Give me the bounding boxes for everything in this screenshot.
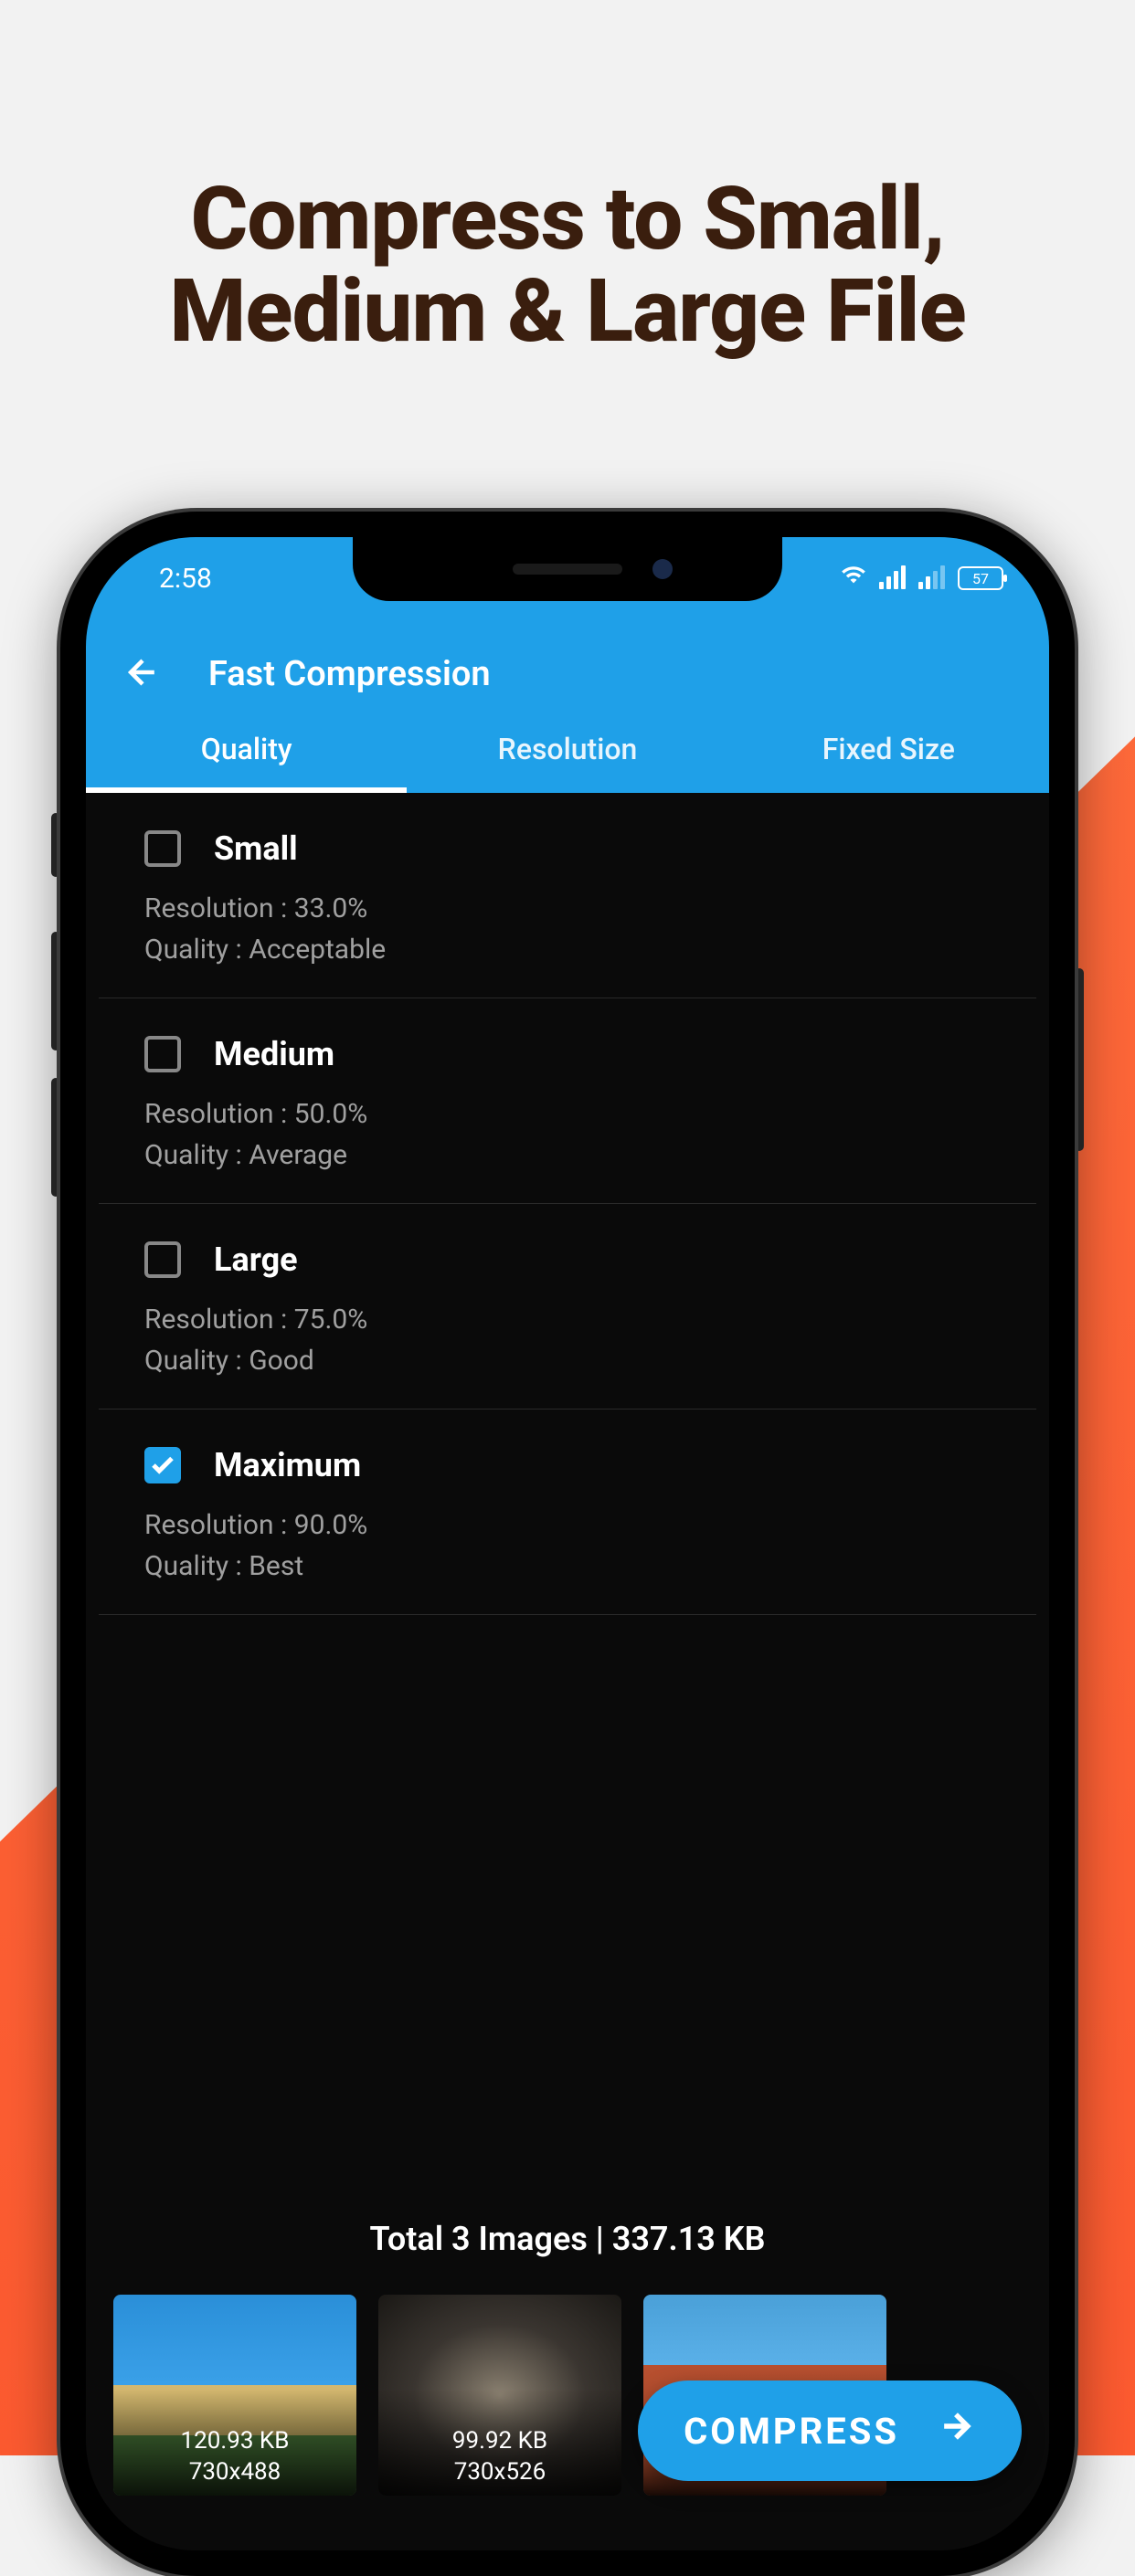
wifi-icon	[841, 562, 866, 595]
option-maximum[interactable]: Maximum Resolution : 90.0% Quality : Bes…	[99, 1409, 1036, 1615]
options-list: Small Resolution : 33.0% Quality : Accep…	[86, 793, 1049, 2218]
option-small[interactable]: Small Resolution : 33.0% Quality : Accep…	[99, 793, 1036, 998]
signal-icon-2	[918, 567, 945, 589]
option-label: Small	[214, 829, 298, 868]
tab-bar: Quality Resolution Fixed Size	[86, 711, 1049, 793]
option-label: Medium	[214, 1035, 334, 1073]
page-title: Fast Compression	[208, 654, 491, 694]
thumbnail[interactable]: 99.92 KB 730x526	[378, 2295, 621, 2496]
checkbox-large[interactable]	[144, 1241, 181, 1278]
option-label: Large	[214, 1240, 298, 1279]
option-label: Maximum	[214, 1446, 361, 1484]
tab-fixed-size[interactable]: Fixed Size	[728, 711, 1049, 793]
checkbox-medium[interactable]	[144, 1036, 181, 1072]
tab-resolution[interactable]: Resolution	[407, 711, 727, 793]
phone-mockup: 2:58 57 Fast Compression Quality	[60, 512, 1075, 2576]
signal-icon	[879, 567, 906, 589]
summary-text: Total 3 Images | 337.13 KB	[113, 2192, 1022, 2295]
thumbnail[interactable]: 120.93 KB 730x488	[113, 2295, 356, 2496]
checkbox-maximum[interactable]	[144, 1447, 181, 1483]
option-large[interactable]: Large Resolution : 75.0% Quality : Good	[99, 1204, 1036, 1409]
back-arrow-icon[interactable]	[122, 652, 163, 696]
option-medium[interactable]: Medium Resolution : 50.0% Quality : Aver…	[99, 998, 1036, 1204]
compress-button[interactable]: COMPRESS	[638, 2381, 1022, 2481]
tab-quality[interactable]: Quality	[86, 711, 407, 793]
battery-icon: 57	[958, 566, 1003, 590]
app-bar: Fast Compression	[86, 619, 1049, 711]
marketing-headline: Compress to Small, Medium & Large File	[0, 0, 1135, 358]
arrow-right-icon	[936, 2406, 976, 2455]
checkbox-small[interactable]	[144, 830, 181, 867]
status-time: 2:58	[159, 563, 212, 595]
